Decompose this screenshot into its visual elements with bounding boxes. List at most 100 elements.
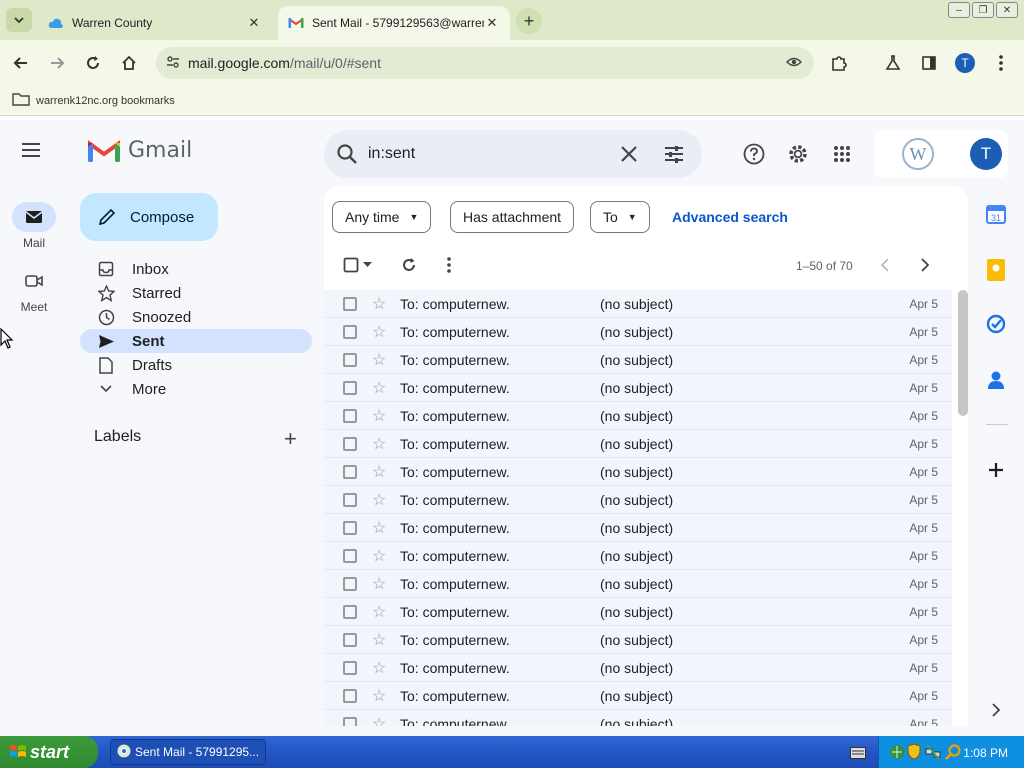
- search-icon[interactable]: [336, 143, 358, 170]
- row-checkbox[interactable]: [343, 381, 357, 395]
- keyboard-icon[interactable]: [850, 746, 866, 764]
- star-icon[interactable]: ☆: [372, 294, 386, 314]
- nav-inbox[interactable]: Inbox: [80, 257, 312, 281]
- site-info-icon[interactable]: [166, 55, 180, 72]
- keep-icon[interactable]: [984, 258, 1008, 282]
- star-icon[interactable]: ☆: [372, 322, 386, 342]
- select-dropdown-icon[interactable]: [360, 254, 374, 276]
- expand-panel-icon[interactable]: [984, 698, 1008, 722]
- star-icon[interactable]: ☆: [372, 546, 386, 566]
- email-row[interactable]: ☆ To: computernew. (no subject) Apr 5: [324, 570, 952, 598]
- forward-button[interactable]: [44, 50, 70, 76]
- search-input[interactable]: in:sent: [368, 145, 415, 163]
- search-options-icon[interactable]: [664, 144, 684, 169]
- help-icon[interactable]: [740, 140, 768, 168]
- extensions-button[interactable]: [826, 50, 852, 76]
- address-bar[interactable]: mail.google.com/mail/u/0/#sent: [156, 47, 814, 79]
- profile-button[interactable]: T: [952, 50, 978, 76]
- security-shield-icon[interactable]: [907, 743, 921, 763]
- row-checkbox[interactable]: [343, 549, 357, 563]
- organization-logo-icon[interactable]: W: [902, 138, 934, 170]
- apps-grid-icon[interactable]: [828, 140, 856, 168]
- email-row[interactable]: ☆ To: computernew. (no subject) Apr 5: [324, 654, 952, 682]
- tasks-icon[interactable]: [984, 312, 1008, 336]
- star-icon[interactable]: ☆: [372, 406, 386, 426]
- row-checkbox[interactable]: [343, 661, 357, 675]
- row-checkbox[interactable]: [343, 493, 357, 507]
- older-page-button[interactable]: [914, 254, 936, 276]
- tab-search-button[interactable]: [6, 8, 32, 32]
- star-icon[interactable]: ☆: [372, 602, 386, 622]
- close-window-button[interactable]: ✕: [996, 2, 1018, 18]
- star-icon[interactable]: ☆: [372, 518, 386, 538]
- row-checkbox[interactable]: [343, 325, 357, 339]
- more-actions-icon[interactable]: [438, 254, 460, 276]
- tab-warren-county[interactable]: Warren County ✕: [38, 6, 272, 40]
- labs-button[interactable]: [880, 50, 906, 76]
- restore-button[interactable]: ❐: [972, 2, 994, 18]
- row-checkbox[interactable]: [343, 605, 357, 619]
- star-icon[interactable]: ☆: [372, 714, 386, 726]
- search-bar[interactable]: in:sent: [324, 130, 702, 178]
- taskbar-chrome-window[interactable]: Sent Mail - 57991295...: [110, 739, 266, 765]
- select-all-checkbox[interactable]: [340, 254, 362, 276]
- calendar-icon[interactable]: 31: [984, 202, 1008, 226]
- row-checkbox[interactable]: [343, 521, 357, 535]
- star-icon[interactable]: ☆: [372, 350, 386, 370]
- compose-button[interactable]: Compose: [80, 193, 218, 241]
- email-row[interactable]: ☆ To: computernew. (no subject) Apr 5: [324, 626, 952, 654]
- nav-more[interactable]: More: [80, 377, 312, 401]
- email-row[interactable]: ☆ To: computernew. (no subject) Apr 5: [324, 290, 952, 318]
- filter-to[interactable]: To ▼: [590, 201, 650, 233]
- back-button[interactable]: [8, 50, 34, 76]
- gmail-logo[interactable]: Gmail: [88, 138, 192, 163]
- nav-snoozed[interactable]: Snoozed: [80, 305, 312, 329]
- nav-starred[interactable]: Starred: [80, 281, 312, 305]
- list-scrollbar[interactable]: [958, 290, 968, 416]
- minimize-button[interactable]: –: [948, 2, 970, 18]
- settings-gear-icon[interactable]: [784, 140, 812, 168]
- row-checkbox[interactable]: [343, 689, 357, 703]
- row-checkbox[interactable]: [343, 353, 357, 367]
- email-row[interactable]: ☆ To: computernew. (no subject) Apr 5: [324, 458, 952, 486]
- row-checkbox[interactable]: [343, 577, 357, 591]
- row-checkbox[interactable]: [343, 437, 357, 451]
- email-row[interactable]: ☆ To: computernew. (no subject) Apr 5: [324, 682, 952, 710]
- star-icon[interactable]: ☆: [372, 462, 386, 482]
- row-checkbox[interactable]: [343, 465, 357, 479]
- account-avatar[interactable]: T: [970, 138, 1002, 170]
- nav-drafts[interactable]: Drafts: [80, 353, 312, 377]
- network-status-icon[interactable]: [925, 744, 941, 763]
- star-icon[interactable]: ☆: [372, 574, 386, 594]
- email-row[interactable]: ☆ To: computernew. (no subject) Apr 5: [324, 402, 952, 430]
- close-icon[interactable]: ✕: [484, 15, 500, 31]
- filter-has-attachment[interactable]: Has attachment: [450, 201, 575, 233]
- home-button[interactable]: [116, 50, 142, 76]
- email-row[interactable]: ☆ To: computernew. (no subject) Apr 5: [324, 542, 952, 570]
- refresh-icon[interactable]: [398, 254, 420, 276]
- row-checkbox[interactable]: [343, 633, 357, 647]
- rail-meet[interactable]: Meet: [0, 266, 68, 314]
- bookmark-folder-label[interactable]: warrenk12nc.org bookmarks: [36, 95, 175, 107]
- email-row[interactable]: ☆ To: computernew. (no subject) Apr 5: [324, 486, 952, 514]
- email-row[interactable]: ☆ To: computernew. (no subject) Apr 5: [324, 346, 952, 374]
- contacts-icon[interactable]: [984, 368, 1008, 392]
- add-label-button[interactable]: +: [284, 426, 297, 452]
- reload-button[interactable]: [80, 50, 106, 76]
- star-icon[interactable]: ☆: [372, 630, 386, 650]
- add-addon-icon[interactable]: [984, 458, 1008, 482]
- email-row[interactable]: ☆ To: computernew. (no subject) Apr 5: [324, 710, 952, 726]
- eye-icon[interactable]: [786, 55, 802, 72]
- star-icon[interactable]: ☆: [372, 378, 386, 398]
- new-tab-button[interactable]: +: [516, 8, 542, 34]
- rail-mail[interactable]: Mail: [0, 202, 68, 250]
- row-checkbox[interactable]: [343, 717, 357, 726]
- browser-menu-button[interactable]: [988, 50, 1014, 76]
- tab-sent-mail[interactable]: Sent Mail - 5799129563@warrenk12 ✕: [278, 6, 510, 40]
- advanced-search-link[interactable]: Advanced search: [672, 209, 788, 225]
- clear-search-icon[interactable]: [620, 145, 638, 168]
- nav-sent[interactable]: Sent: [80, 329, 312, 353]
- close-icon[interactable]: ✕: [246, 15, 262, 31]
- star-icon[interactable]: ☆: [372, 490, 386, 510]
- star-icon[interactable]: ☆: [372, 658, 386, 678]
